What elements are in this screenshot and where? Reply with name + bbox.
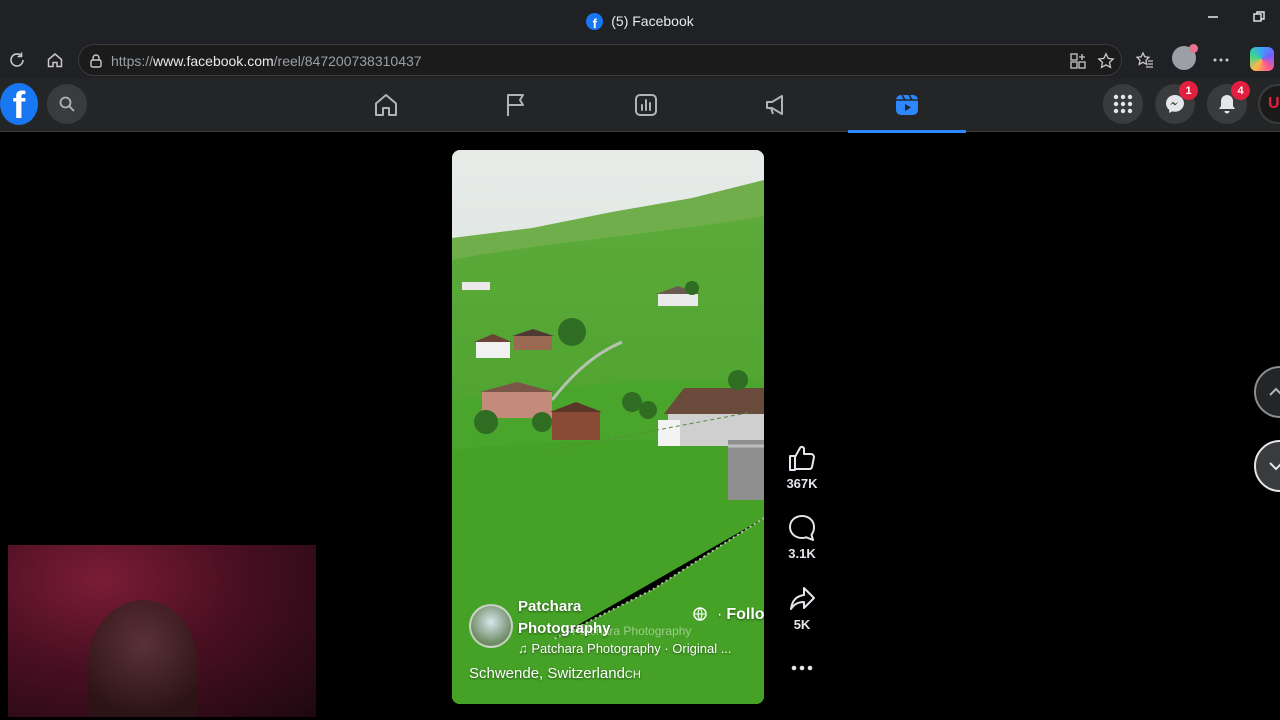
account-initial: U (1268, 95, 1280, 112)
url-prefix: https:// (111, 53, 154, 69)
facebook-header: f 1 4 U (0, 78, 1280, 133)
chart-icon (635, 94, 657, 116)
author-avatar[interactable] (469, 604, 513, 648)
like-action[interactable]: 367K (782, 444, 822, 491)
tab-reels[interactable] (848, 78, 966, 133)
more-action[interactable] (782, 660, 822, 676)
window-titlebar: f (5) Facebook (0, 0, 1280, 42)
like-count: 367K (786, 476, 818, 491)
flag-icon (507, 94, 524, 116)
audio-track[interactable]: ♫ Patchara Photography · Original ... (518, 641, 758, 656)
tab-ads-manager[interactable] (587, 78, 705, 132)
favorites-icon[interactable] (1136, 51, 1154, 69)
search-button[interactable] (47, 84, 87, 124)
browser-toolbar: https://www.facebook.com/reel/8472007383… (0, 42, 1280, 78)
minimize-icon[interactable] (1206, 10, 1220, 24)
browser-profile-avatar[interactable] (1172, 44, 1198, 70)
app-available-icon[interactable] (1069, 52, 1087, 70)
next-reel-button[interactable] (1254, 440, 1280, 492)
refresh-icon[interactable] (7, 50, 27, 70)
menu-button[interactable] (1103, 84, 1143, 124)
copilot-icon[interactable] (1250, 47, 1274, 71)
share-arrow-icon (790, 587, 815, 610)
url-domain: www.facebook.com (153, 53, 274, 69)
more-dots-icon (791, 665, 813, 671)
messenger-button[interactable]: 1 (1155, 81, 1198, 124)
home-browser-icon[interactable] (45, 50, 65, 70)
comment-count: 3.1K (788, 546, 816, 561)
comment-action[interactable]: 3.1K (782, 514, 822, 561)
account-avatar[interactable]: U (1258, 84, 1280, 124)
chevron-down-icon (1269, 462, 1280, 471)
window-title: f (5) Facebook (586, 12, 694, 30)
audio-label: Patchara Photography · Original ... (531, 641, 732, 656)
search-icon (59, 96, 75, 112)
favorite-star-icon[interactable] (1097, 52, 1115, 70)
more-options-icon[interactable] (1212, 51, 1230, 69)
follow-button[interactable]: ·Follow (717, 606, 764, 624)
video-icon (896, 94, 918, 115)
home-icon (375, 94, 397, 116)
webcam-overlay (8, 545, 316, 717)
chevron-up-icon (1269, 387, 1280, 396)
facebook-logo-icon[interactable]: f (0, 83, 38, 125)
window-controls (1206, 10, 1266, 24)
restore-icon[interactable] (1252, 10, 1266, 24)
notifications-button[interactable]: 4 (1207, 81, 1250, 124)
share-count: 5K (793, 617, 811, 632)
notifications-badge: 4 (1231, 81, 1250, 100)
previous-reel-button[interactable] (1254, 366, 1280, 418)
site-info-icon[interactable] (88, 53, 104, 69)
tab-marketplace[interactable] (717, 78, 835, 132)
globe-icon (693, 607, 707, 621)
like-thumb-icon (789, 445, 815, 471)
messenger-badge: 1 (1179, 81, 1198, 100)
video-watermark: Patchara Photography (572, 624, 692, 638)
comment-icon (789, 515, 815, 541)
megaphone-icon (766, 95, 783, 115)
tab-pages[interactable] (457, 78, 575, 132)
location-label: Schwende, Switzerland (469, 665, 625, 682)
location-text: Schwende, SwitzerlandCH (469, 665, 641, 682)
address-bar[interactable]: https://www.facebook.com/reel/8472007383… (78, 44, 1122, 76)
webcam-person-image (88, 600, 198, 717)
reel-video[interactable]: Patchara Photography ·Follow Patchara Ph… (452, 150, 764, 704)
share-action[interactable]: 5K (782, 585, 822, 632)
facebook-favicon-icon: f (586, 12, 604, 30)
location-flag: CH (624, 669, 641, 681)
url-path: /reel/847200738310437 (273, 53, 422, 69)
url-text[interactable]: https://www.facebook.com/reel/8472007383… (111, 53, 422, 69)
apps-grid-icon (1113, 94, 1133, 114)
follow-label: Follow (726, 606, 764, 623)
tab-title: (5) Facebook (611, 13, 694, 29)
music-note-icon: ♫ (518, 641, 532, 656)
tab-home[interactable] (327, 78, 445, 132)
